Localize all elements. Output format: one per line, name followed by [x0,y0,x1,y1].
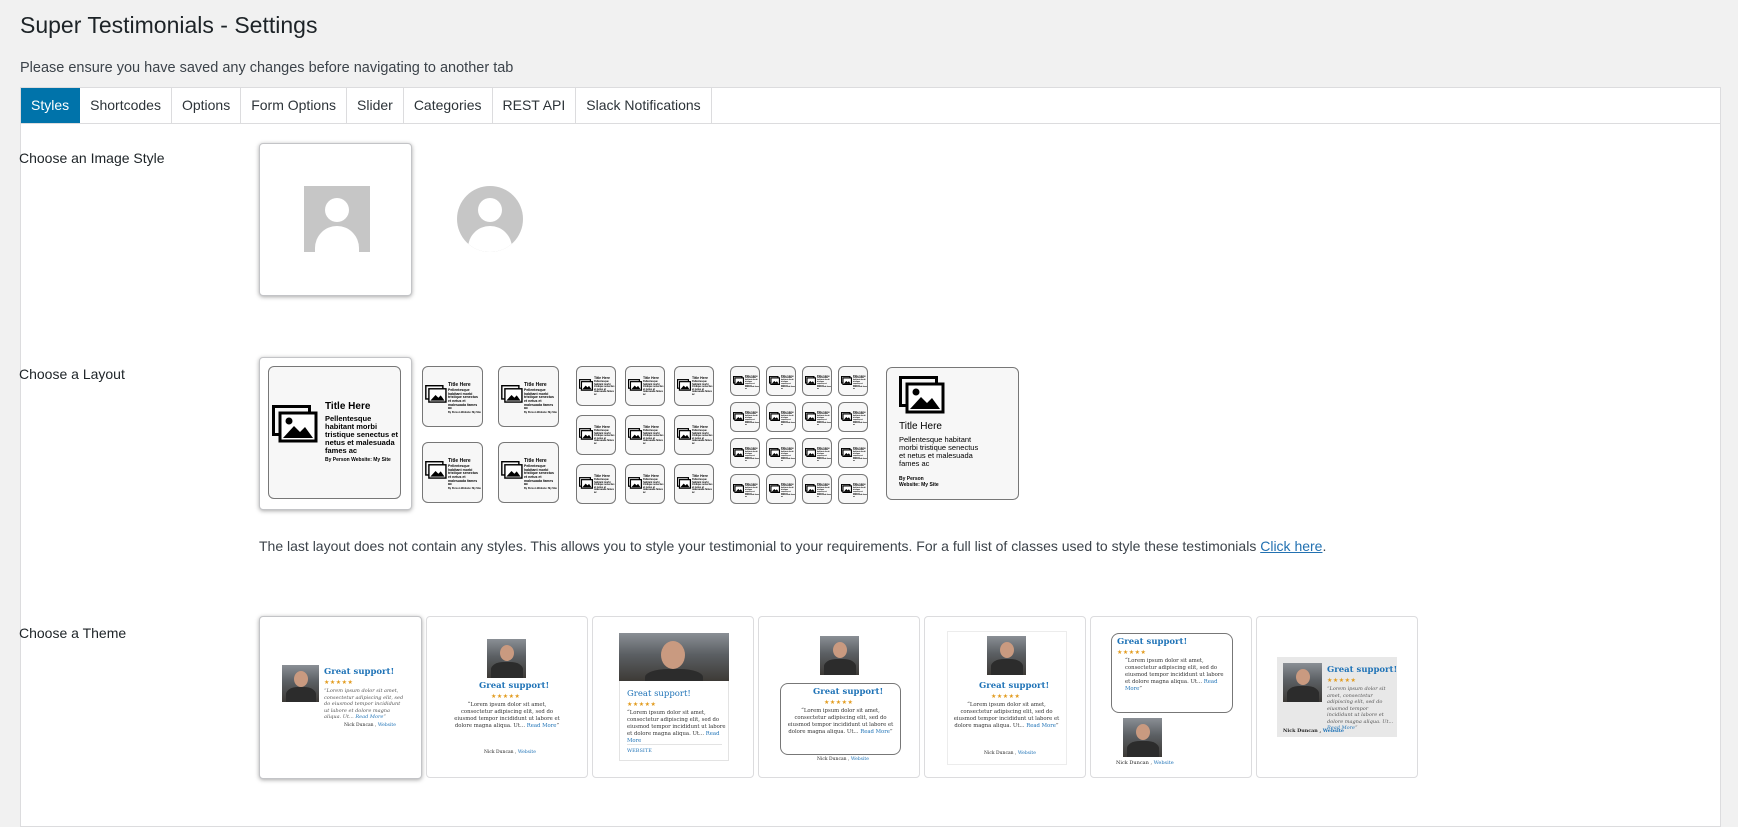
layout-preview: Title Here Pellentesque habitant morbi t… [886,367,1019,500]
layout-preview: Title Here Pellentesque habitant morbi t… [268,366,401,499]
layout-option-2[interactable]: Title Here Pellentesque habitant morbi t… [422,366,562,503]
theme-option-3[interactable]: Great support! ★★★★★ “Lorem ipsum dolor … [592,616,754,778]
tab-options[interactable]: Options [172,88,242,123]
tab-styles[interactable]: Styles [21,88,81,123]
layout-preview: Title Here Pellentesque habitant morbi tr… [625,366,665,406]
save-notice: Please ensure you have saved any changes… [20,60,514,76]
image-style-circle-option[interactable] [412,143,565,296]
layout-preview: Title Here Pellentesque habitant morbi tr… [730,366,760,396]
layout-preview: Title Here Pellentesque habitant morbi t… [422,366,483,427]
featured-photo [619,633,729,681]
layout-preview: Title Here Pellentesque habitant morbi tr… [838,438,868,468]
layout-preview: Title Here Pellentesque habitant morbi tr… [802,366,832,396]
layout-preview: Title Here Pellentesque habitant morbi tr… [730,402,760,432]
tab-slack-notifications[interactable]: Slack Notifications [576,88,712,123]
theme-option-1[interactable]: Great support! ★★★★★ “Lorem ipsum dolor … [259,616,422,779]
avatar-photo [1123,718,1162,757]
layout-preview: Title Here Pellentesque habitant morbi tr… [766,402,796,432]
layout-preview: Title Here Pellentesque habitant morbi tr… [674,366,714,406]
circle-avatar-icon [457,186,523,252]
theme-option-2[interactable]: Great support! ★★★★★ “Lorem ipsum dolor … [426,616,588,778]
square-avatar-icon [304,186,370,252]
layout-preview: Title Here Pellentesque habitant morbi tr… [802,474,832,504]
tab-bar: Styles Shortcodes Options Form Options S… [21,88,1720,124]
layout-preview: Title Here Pellentesque habitant morbi tr… [802,438,832,468]
layout-preview: Title Here Pellentesque habitant morbi tr… [730,474,760,504]
layout-preview: Title Here Pellentesque habitant morbi tr… [576,415,616,455]
layout-preview: Title Here Pellentesque habitant morbi tr… [766,474,796,504]
tab-form-options[interactable]: Form Options [241,88,348,123]
layout-preview: Title Here Pellentesque habitant morbi tr… [730,438,760,468]
page-title: Super Testimonials - Settings [20,12,318,38]
image-icon [272,405,318,443]
layout-preview: Title Here Pellentesque habitant morbi tr… [625,464,665,504]
theme-option-4[interactable]: Great support! ★★★★★ “Lorem ipsum dolor … [758,616,920,778]
layout-preview: Title Here Pellentesque habitant morbi tr… [838,402,868,432]
theme-option-5[interactable]: Great support! ★★★★★ “Lorem ipsum dolor … [924,616,1086,778]
layout-preview: Title Here Pellentesque habitant morbi t… [498,442,559,503]
layout-preview: Title Here Pellentesque habitant morbi tr… [766,438,796,468]
avatar-photo [820,636,859,675]
theme-option-6[interactable]: Great support! ★★★★★ “Lorem ipsum dolor … [1090,616,1252,778]
tab-slider[interactable]: Slider [347,88,404,123]
layout-preview: Title Here Pellentesque habitant morbi tr… [802,402,832,432]
layout-option-5-unstyled[interactable]: Title Here Pellentesque habitant morbi t… [886,367,1019,500]
theme-label: Choose a Theme [19,625,127,641]
tab-shortcodes[interactable]: Shortcodes [80,88,172,123]
layout-preview: Title Here Pellentesque habitant morbi tr… [838,474,868,504]
layout-preview: Title Here Pellentesque habitant morbi tr… [576,366,616,406]
layout-option-4[interactable]: Title Here Pellentesque habitant morbi tr… [730,366,868,504]
image-style-square-option[interactable] [259,143,412,296]
image-style-label: Choose an Image Style [19,150,165,166]
layout-preview: Title Here Pellentesque habitant morbi t… [498,366,559,427]
image-icon [899,376,945,414]
layout-option-3[interactable]: Title Here Pellentesque habitant morbi tr… [576,366,714,504]
tab-rest-api[interactable]: REST API [493,88,577,123]
layout-preview: Title Here Pellentesque habitant morbi t… [422,442,483,503]
avatar-photo [987,636,1026,675]
layout-preview: Title Here Pellentesque habitant morbi tr… [674,415,714,455]
tab-categories[interactable]: Categories [404,88,493,123]
layout-preview: Title Here Pellentesque habitant morbi tr… [674,464,714,504]
layout-preview: Title Here Pellentesque habitant morbi tr… [766,366,796,396]
layout-preview: Title Here Pellentesque habitant morbi tr… [576,464,616,504]
layout-option-1[interactable]: Title Here Pellentesque habitant morbi t… [259,357,412,510]
avatar-photo [487,639,526,678]
theme-option-7[interactable]: Great support! ★★★★★ “Lorem ipsum dolor … [1256,616,1418,778]
layout-preview: Title Here Pellentesque habitant morbi tr… [625,415,665,455]
classes-help-link[interactable]: Click here [1260,538,1322,554]
layout-label: Choose a Layout [19,366,125,382]
layout-help-text: The last layout does not contain any sty… [259,538,1327,554]
layout-preview: Title Here Pellentesque habitant morbi tr… [838,366,868,396]
